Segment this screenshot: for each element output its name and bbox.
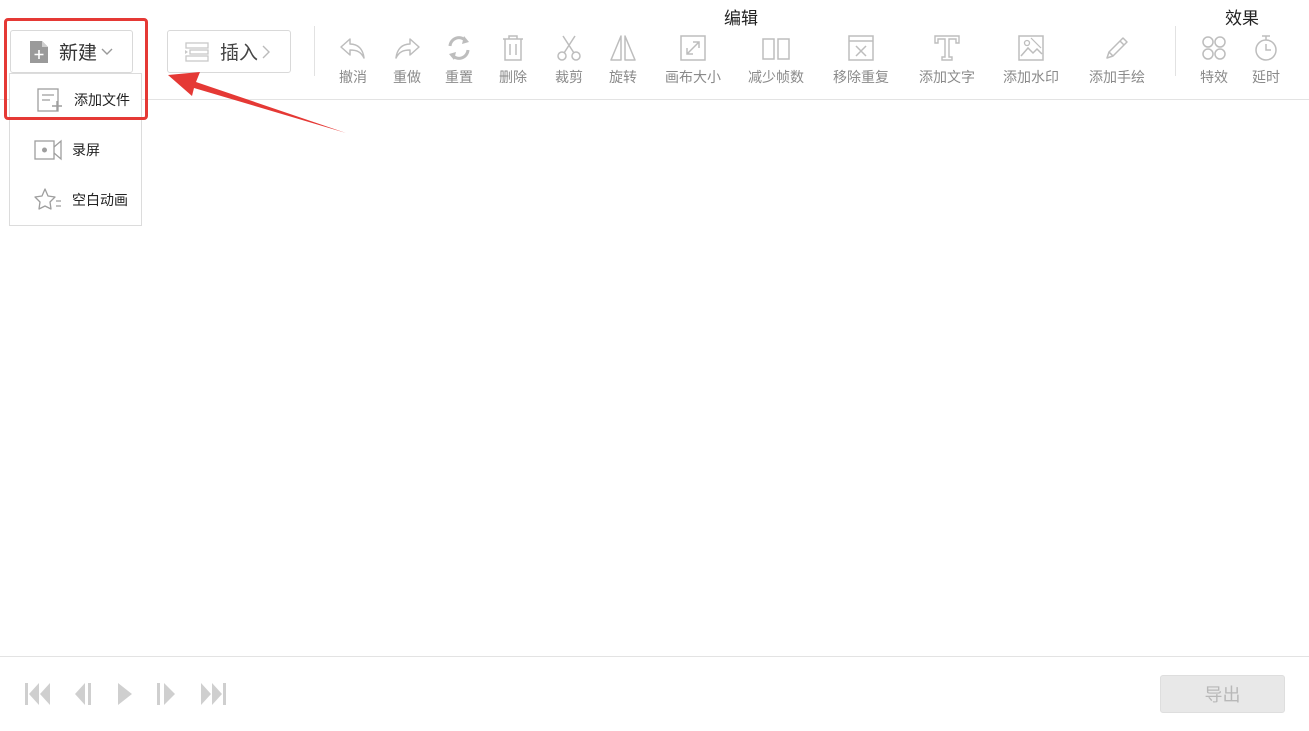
- reduce-frames-icon: [761, 32, 791, 62]
- step-back-icon: [73, 681, 95, 711]
- new-button-label: 新建: [59, 42, 98, 64]
- redo-icon: [393, 32, 421, 62]
- reduce-frames-label: 减少帧数: [748, 70, 804, 86]
- delete-button[interactable]: 删除: [499, 32, 527, 87]
- toolbar-separator: [314, 26, 315, 76]
- reset-button[interactable]: 重置: [445, 32, 473, 87]
- insert-button[interactable]: 插入: [167, 30, 291, 73]
- next-frame-button[interactable]: [155, 681, 177, 711]
- play-button[interactable]: [116, 681, 134, 711]
- undo-label: 撤消: [339, 70, 367, 86]
- export-button[interactable]: 导出: [1160, 675, 1285, 713]
- rotate-button[interactable]: 旋转: [609, 32, 637, 87]
- group-label-effects: 效果: [1225, 9, 1259, 29]
- pencil-icon: [1103, 32, 1131, 62]
- trash-icon: [501, 32, 525, 62]
- undo-icon: [339, 32, 367, 62]
- playback-bar: 导出: [0, 656, 1309, 731]
- canvas-area: [0, 101, 1309, 656]
- effects-label: 特效: [1200, 70, 1228, 86]
- add-text-button[interactable]: 添加文字: [919, 32, 975, 87]
- insert-button-label: 插入: [220, 42, 259, 64]
- watermark-icon: [1017, 32, 1045, 62]
- insert-icon: [184, 41, 210, 63]
- redo-label: 重做: [393, 70, 421, 86]
- redo-button[interactable]: 重做: [393, 32, 421, 87]
- toolbar: 新建 插入 编辑 撤消 重做 重置 删除 裁剪 旋转 画布大小 减少帧数 移除重…: [0, 0, 1309, 100]
- scissors-icon: [555, 32, 583, 62]
- timer-icon: [1252, 32, 1280, 62]
- reset-label: 重置: [445, 70, 473, 86]
- skip-first-icon: [24, 681, 52, 711]
- text-icon: [933, 32, 961, 62]
- reset-icon: [445, 32, 473, 62]
- undo-button[interactable]: 撤消: [339, 32, 367, 87]
- rotate-label: 旋转: [609, 70, 637, 86]
- group-label-edit: 编辑: [724, 9, 758, 29]
- skip-last-icon: [199, 681, 227, 711]
- last-frame-button[interactable]: [199, 681, 227, 711]
- play-icon: [116, 681, 134, 711]
- add-text-label: 添加文字: [919, 70, 975, 86]
- remove-duplicate-label: 移除重复: [833, 70, 889, 86]
- effects-icon: [1200, 32, 1228, 62]
- previous-frame-button[interactable]: [73, 681, 95, 711]
- new-button[interactable]: 新建: [10, 30, 133, 73]
- add-watermark-button[interactable]: 添加水印: [1003, 32, 1059, 87]
- export-button-label: 导出: [1204, 685, 1241, 706]
- new-file-icon: [29, 40, 49, 64]
- effects-button[interactable]: 特效: [1200, 32, 1228, 87]
- crop-label: 裁剪: [555, 70, 583, 86]
- remove-duplicate-button[interactable]: 移除重复: [833, 32, 889, 87]
- delete-label: 删除: [499, 70, 527, 86]
- add-watermark-label: 添加水印: [1003, 70, 1059, 86]
- first-frame-button[interactable]: [24, 681, 52, 711]
- chevron-right-icon: [262, 45, 271, 59]
- delay-button[interactable]: 延时: [1252, 32, 1280, 87]
- chevron-down-icon: [101, 48, 113, 56]
- add-drawing-label: 添加手绘: [1089, 70, 1145, 86]
- crop-button[interactable]: 裁剪: [555, 32, 583, 87]
- add-drawing-button[interactable]: 添加手绘: [1089, 32, 1145, 87]
- reduce-frames-button[interactable]: 减少帧数: [748, 32, 804, 87]
- canvas-size-button[interactable]: 画布大小: [665, 32, 721, 87]
- canvas-size-label: 画布大小: [665, 70, 721, 86]
- step-forward-icon: [155, 681, 177, 711]
- delay-label: 延时: [1252, 70, 1280, 86]
- rotate-icon: [609, 32, 637, 62]
- app-window: 新建 插入 编辑 撤消 重做 重置 删除 裁剪 旋转 画布大小 减少帧数 移除重…: [0, 0, 1309, 731]
- remove-duplicate-icon: [847, 32, 875, 62]
- canvas-size-icon: [679, 32, 707, 62]
- toolbar-separator: [1175, 26, 1176, 76]
